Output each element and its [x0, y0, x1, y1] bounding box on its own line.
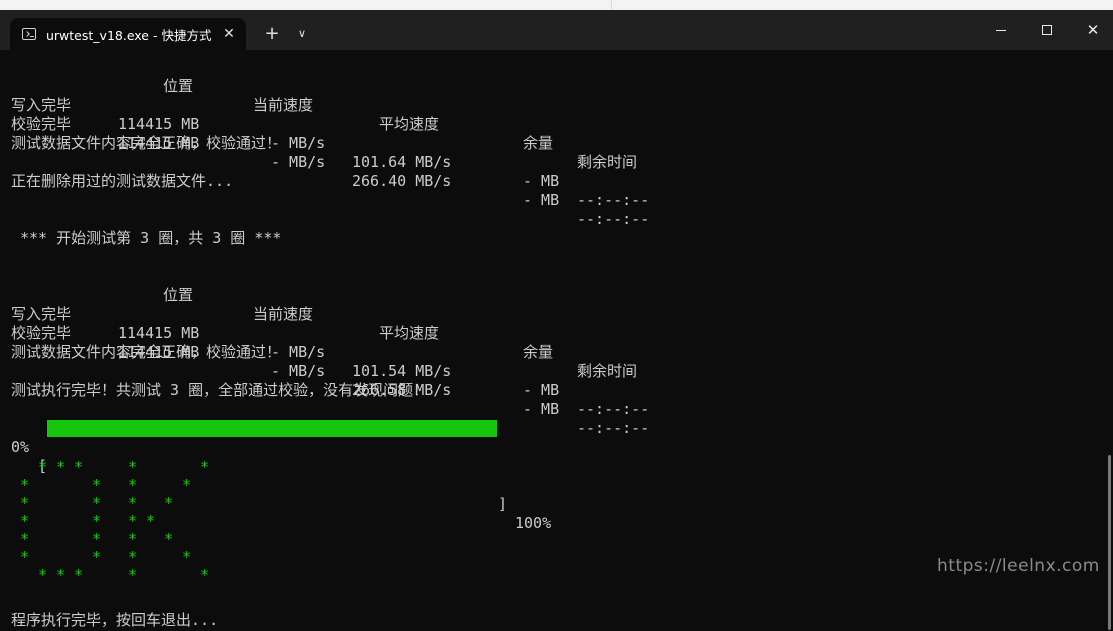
progress-bar: 0% [ ] 100% — [0, 419, 600, 532]
round-banner: *** 开始测试第 3 圈，共 3 圈 *** — [20, 229, 282, 247]
minimize-icon — [996, 29, 1006, 31]
header-time-left: 剩余时间 — [577, 362, 638, 380]
row-remaining: - MB — [523, 381, 560, 399]
progress-fill — [47, 420, 497, 437]
header-remaining: 余量 — [523, 134, 554, 152]
ok-art-star: * — [200, 458, 210, 476]
terminal-window: urwtest_v18.exe - 快捷方式 ✕ + ∨ ✕ 位置 当前速度 平… — [0, 10, 1113, 631]
header-time-left: 剩余时间 — [577, 153, 638, 171]
ok-art-star: * — [128, 566, 138, 584]
deleting-message: 正在删除用过的测试数据文件... — [11, 172, 234, 190]
ok-art-star: * — [56, 566, 66, 584]
ok-art-star: * — [92, 530, 102, 548]
table-row: 写入完毕 114415 MB - MB/s 101.64 MB/s - MB -… — [11, 77, 649, 209]
header-avg-speed: 平均速度 — [379, 324, 440, 342]
minimize-button[interactable] — [978, 10, 1024, 50]
table-header-round2: 位置 当前速度 平均速度 余量 剩余时间 — [11, 58, 637, 171]
table-header-round3: 位置 当前速度 平均速度 余量 剩余时间 — [11, 267, 637, 380]
ok-art-star: * — [74, 566, 84, 584]
verify-ok-message: 测试数据文件内容完全正确，校验通过！ — [11, 343, 282, 361]
close-tab-button[interactable]: ✕ — [220, 25, 238, 43]
ok-art-star: * — [128, 476, 138, 494]
ok-art-star: * — [128, 494, 138, 512]
ok-art-star: * — [92, 494, 102, 512]
ok-art-star: * — [92, 476, 102, 494]
ok-art-star: * — [56, 458, 66, 476]
close-icon: ✕ — [1086, 21, 1100, 39]
ok-ascii-art: * * * * * * * * * * * * * * * * * * * * * * * * * * * * * * — [0, 458, 240, 588]
console-icon — [22, 28, 36, 40]
maximize-icon — [1042, 25, 1052, 35]
row-cur-speed: - MB/s — [271, 362, 326, 380]
title-bar[interactable]: urwtest_v18.exe - 快捷方式 ✕ + ∨ ✕ — [0, 10, 1113, 50]
scrollbar[interactable] — [1108, 455, 1111, 630]
terminal-output[interactable]: 位置 当前速度 平均速度 余量 剩余时间 写入完毕 114415 MB - MB… — [0, 50, 1113, 631]
row-remaining: - MB — [523, 400, 560, 418]
ok-art-star: * — [164, 494, 174, 512]
exit-prompt: 程序执行完毕，按回车退出... — [11, 611, 219, 629]
ok-art-star: * — [20, 476, 30, 494]
row-time-left: --:--:-- — [577, 191, 650, 209]
table-row: 校验完毕 114415 MB - MB/s 266.40 MB/s - MB -… — [11, 96, 649, 228]
ok-art-star: * — [92, 548, 102, 566]
watermark: https://leelnx.com — [937, 556, 1100, 576]
header-pos: 位置 — [163, 77, 194, 95]
desktop-background — [0, 0, 1113, 10]
close-window-button[interactable]: ✕ — [1070, 10, 1113, 50]
ok-art-star: * — [92, 512, 102, 530]
ok-art-star: * — [38, 458, 48, 476]
row-time-left: --:--:-- — [577, 400, 650, 418]
header-remaining: 余量 — [523, 343, 554, 361]
row-label: 校验完毕 — [11, 115, 72, 133]
row-avg-speed: 101.54 MB/s — [352, 362, 452, 380]
table-row: 校验完毕 114415 MB - MB/s 266.58 MB/s - MB -… — [11, 305, 649, 437]
header-cur-speed: 当前速度 — [253, 305, 314, 323]
row-pos: 114415 MB — [118, 324, 200, 342]
ok-art-star: * — [182, 548, 192, 566]
ok-art-star: * — [182, 476, 192, 494]
ok-art-star: * — [164, 530, 174, 548]
verify-ok-message: 测试数据文件内容完全正确，校验通过！ — [11, 134, 282, 152]
profile-dropdown-button[interactable]: ∨ — [292, 24, 312, 44]
ok-art-star: * — [128, 530, 138, 548]
ok-art-star: * — [20, 548, 30, 566]
row-cur-speed: - MB/s — [271, 153, 326, 171]
ok-art-star: * — [74, 458, 84, 476]
ok-art-star: * — [20, 530, 30, 548]
header-avg-speed: 平均速度 — [379, 115, 440, 133]
ok-art-star: * — [146, 512, 156, 530]
row-avg-speed: 101.64 MB/s — [352, 153, 452, 171]
maximize-button[interactable] — [1024, 10, 1070, 50]
row-remaining: - MB — [523, 191, 560, 209]
ok-art-star: * — [128, 512, 138, 530]
row-remaining: - MB — [523, 172, 560, 190]
ok-art-star: * — [200, 566, 210, 584]
new-tab-button[interactable]: + — [262, 24, 282, 44]
row-avg-speed: 266.40 MB/s — [352, 172, 452, 190]
ok-art-star: * — [20, 512, 30, 530]
row-label: 校验完毕 — [11, 324, 72, 342]
background-window-edge — [0, 0, 612, 10]
header-cur-speed: 当前速度 — [253, 96, 314, 114]
progress-min-label: 0% — [11, 438, 30, 456]
ok-art-star: * — [20, 494, 30, 512]
header-pos: 位置 — [163, 286, 194, 304]
progress-max-label: 100% — [515, 514, 552, 532]
table-row: 写入完毕 114415 MB - MB/s 101.54 MB/s - MB -… — [11, 286, 649, 418]
ok-art-star: * — [128, 548, 138, 566]
ok-art-star: * — [38, 566, 48, 584]
summary-message: 测试执行完毕！共测试 3 圈，全部通过校验，没有发现问题！ — [11, 381, 429, 399]
row-pos: 114415 MB — [118, 115, 200, 133]
progress-bracket-right: ] — [498, 495, 508, 513]
tab-urwtest[interactable]: urwtest_v18.exe - 快捷方式 ✕ — [10, 18, 246, 50]
ok-art-star: * — [128, 458, 138, 476]
tab-title: urwtest_v18.exe - 快捷方式 — [46, 27, 212, 43]
row-time-left: --:--:-- — [577, 210, 650, 228]
